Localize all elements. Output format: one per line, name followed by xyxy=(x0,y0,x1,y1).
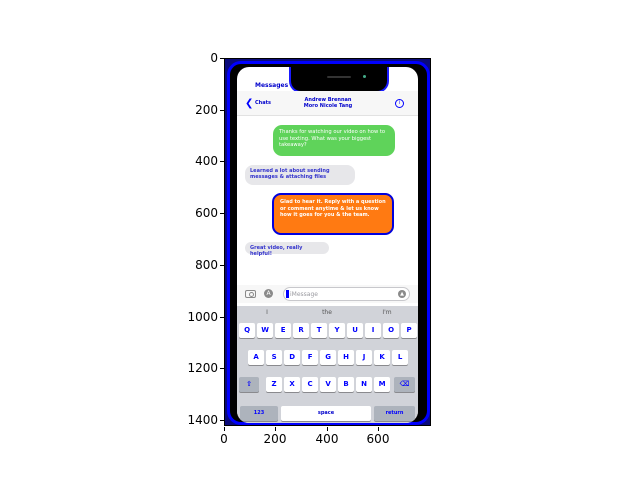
message-placeholder: iMessage xyxy=(290,291,318,298)
x-tick: 600 xyxy=(366,432,390,446)
message-bubble-sent: Thanks for watching our video on how to … xyxy=(273,125,395,156)
key-p[interactable]: P xyxy=(401,323,418,338)
suggestion[interactable]: the xyxy=(297,309,357,316)
key-o[interactable]: O xyxy=(383,323,400,338)
back-chevron-icon[interactable]: ❮ xyxy=(245,98,253,109)
suggestion-bar: I the I'm xyxy=(237,306,418,320)
contact-name[interactable]: Andrew Brennan Moro Nicole Tang xyxy=(297,97,359,109)
key-x[interactable]: X xyxy=(284,377,301,392)
message-input[interactable]: iMessage ▲ xyxy=(283,287,410,301)
key-d[interactable]: D xyxy=(284,350,301,365)
key-i[interactable]: I xyxy=(365,323,382,338)
x-tick: 200 xyxy=(263,432,287,446)
plot-area: Messages ❮ Chats Andrew Brennan Moro Nic… xyxy=(224,58,431,426)
send-arrow-icon[interactable]: ▲ xyxy=(398,290,406,298)
compose-bar: A iMessage ▲ xyxy=(237,285,418,303)
x-tick: 400 xyxy=(315,432,339,446)
key-l[interactable]: L xyxy=(392,350,409,365)
phone-frame: Messages ❮ Chats Andrew Brennan Moro Nic… xyxy=(225,59,430,425)
x-tick-mark xyxy=(224,427,225,431)
phone-screen: Messages ❮ Chats Andrew Brennan Moro Nic… xyxy=(237,67,418,423)
suggestion[interactable]: I'm xyxy=(357,309,417,316)
key-g[interactable]: G xyxy=(320,350,337,365)
key-k[interactable]: K xyxy=(374,350,391,365)
contact-line-2: Moro Nicole Tang xyxy=(303,103,353,109)
front-camera-icon xyxy=(363,75,366,78)
key-u[interactable]: U xyxy=(347,323,364,338)
apps-icon[interactable]: A xyxy=(264,289,273,298)
delete-key[interactable]: ⌫ xyxy=(394,377,415,392)
key-n[interactable]: N xyxy=(356,377,373,392)
y-tick: 0 xyxy=(210,51,218,65)
x-tick-mark xyxy=(378,427,379,431)
y-tick: 800 xyxy=(195,258,218,272)
speaker-grille xyxy=(327,76,351,78)
key-e[interactable]: E xyxy=(275,323,292,338)
back-button[interactable]: Chats xyxy=(255,100,271,106)
info-icon[interactable]: i xyxy=(395,99,404,108)
key-j[interactable]: J xyxy=(356,350,373,365)
x-tick: 0 xyxy=(220,432,228,446)
keyboard: I the I'm Q W E R T Y U I O P A S D F G H J K L Z X C V B N M ⇧ ⌫ 1… xyxy=(237,306,418,423)
y-tick: 600 xyxy=(195,206,218,220)
suggestion[interactable]: I xyxy=(237,309,297,316)
key-f[interactable]: F xyxy=(302,350,319,365)
key-y[interactable]: Y xyxy=(329,323,346,338)
key-a[interactable]: A xyxy=(248,350,265,365)
phone-notch xyxy=(289,67,389,93)
key-t[interactable]: T xyxy=(311,323,328,338)
key-w[interactable]: W xyxy=(257,323,274,338)
y-tick: 400 xyxy=(195,154,218,168)
key-v[interactable]: V xyxy=(320,377,337,392)
key-r[interactable]: R xyxy=(293,323,310,338)
camera-icon[interactable] xyxy=(245,290,256,298)
key-h[interactable]: H xyxy=(338,350,355,365)
conversation-header: ❮ Chats Andrew Brennan Moro Nicole Tang … xyxy=(237,91,418,116)
message-bubble-received: Learned a lot about sending messages & a… xyxy=(245,165,355,185)
message-bubble-sent-highlighted: Glad to hear it. Reply with a question o… xyxy=(272,193,394,235)
y-tick: 200 xyxy=(195,103,218,117)
x-tick-mark xyxy=(327,427,328,431)
numbers-key[interactable]: 123 xyxy=(240,406,278,421)
x-tick-mark xyxy=(275,427,276,431)
key-z[interactable]: Z xyxy=(266,377,283,392)
y-tick: 1200 xyxy=(187,361,218,375)
shift-key[interactable]: ⇧ xyxy=(239,377,259,392)
key-b[interactable]: B xyxy=(338,377,355,392)
key-s[interactable]: S xyxy=(266,350,283,365)
key-c[interactable]: C xyxy=(302,377,319,392)
return-key[interactable]: return xyxy=(374,406,415,421)
space-key[interactable]: space xyxy=(281,406,371,421)
message-bubble-received: Great video, really helpful! xyxy=(245,242,329,257)
y-tick: 1400 xyxy=(187,413,218,427)
text-cursor xyxy=(286,290,289,298)
key-q[interactable]: Q xyxy=(239,323,256,338)
status-label: Messages xyxy=(255,82,289,89)
y-tick: 1000 xyxy=(187,310,218,324)
key-m[interactable]: M xyxy=(374,377,391,392)
